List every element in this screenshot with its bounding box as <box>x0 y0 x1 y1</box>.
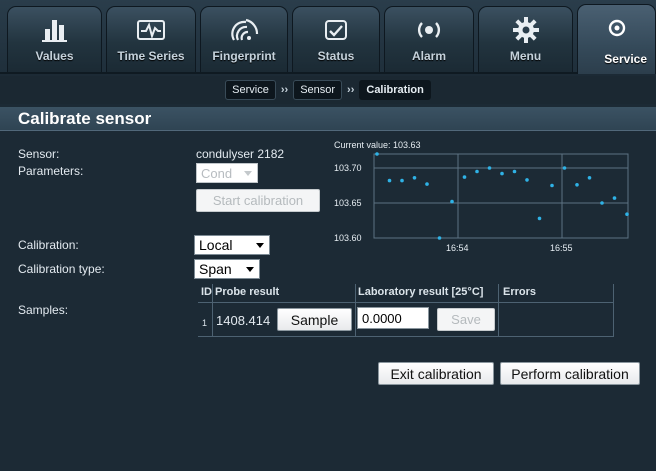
table-divider <box>355 284 356 336</box>
data-point <box>525 178 529 182</box>
y-tick-label: 103.65 <box>334 198 362 208</box>
tab-menu[interactable]: Menu <box>478 6 573 72</box>
data-point <box>500 171 504 176</box>
data-point <box>612 196 617 200</box>
tab-status[interactable]: Status <box>292 6 380 72</box>
data-point <box>450 199 454 204</box>
data-point <box>537 216 542 221</box>
data-point <box>375 152 379 156</box>
sensor-value: condulyser 2182 <box>196 147 285 161</box>
main-tab-bar: Values Time Series Fingerprint Status Al… <box>0 0 656 74</box>
tab-label: Menu <box>509 49 542 63</box>
alarm-icon <box>385 15 473 45</box>
exit-calibration-button[interactable]: Exit calibration <box>378 362 494 385</box>
table-divider <box>498 284 499 336</box>
tab-label: Time Series <box>117 49 185 63</box>
calibration-type-label: Calibration type: <box>18 262 105 276</box>
data-point <box>462 175 467 179</box>
fingerprint-icon <box>201 15 287 45</box>
gear-icon <box>479 15 572 45</box>
data-point <box>425 182 429 186</box>
breadcrumb-separator: ›› <box>280 84 289 96</box>
breadcrumb: Service ›› Sensor ›› Calibration <box>0 76 656 104</box>
parameter-select[interactable]: Cond <box>196 163 258 183</box>
tab-label: Alarm <box>411 49 446 63</box>
data-point <box>412 176 417 180</box>
sample-button[interactable]: Sample <box>277 308 352 331</box>
y-tick-label: 103.60 <box>334 233 362 243</box>
data-point <box>437 236 442 240</box>
calibration-type-select-value: Span <box>199 261 232 277</box>
y-tick-label: 103.70 <box>334 163 362 173</box>
calibration-type-select[interactable]: Span <box>194 259 260 279</box>
parameters-label: Parameters: <box>18 164 84 178</box>
data-point <box>487 166 492 170</box>
tab-values[interactable]: Values <box>7 6 102 72</box>
col-header-errors: Errors <box>503 286 537 298</box>
page-title: Calibrate sensor <box>0 107 656 131</box>
chevron-down-icon <box>246 267 254 272</box>
plot-frame <box>373 153 629 239</box>
calibration-select[interactable]: Local <box>194 235 270 255</box>
status-icon <box>293 15 379 45</box>
waveform-icon <box>107 15 195 45</box>
lab-result-input[interactable]: 0.0000 <box>357 307 429 329</box>
col-header-id: ID <box>201 286 212 298</box>
x-tick-label: 16:54 <box>446 243 469 253</box>
data-point <box>550 183 554 188</box>
data-point <box>562 166 567 170</box>
chevron-down-icon <box>256 243 264 248</box>
data-point <box>475 169 479 174</box>
tab-service[interactable]: Service <box>577 4 656 74</box>
chevron-down-icon <box>244 171 252 176</box>
perform-calibration-button[interactable]: Perform calibration <box>500 362 640 385</box>
sensor-label: Sensor: <box>18 147 60 161</box>
parameter-select-value: Cond <box>201 165 233 181</box>
data-point <box>587 176 592 180</box>
col-header-probe-result: Probe result <box>215 286 280 298</box>
tab-alarm[interactable]: Alarm <box>384 6 474 72</box>
table-divider <box>198 336 614 337</box>
samples-label: Samples: <box>18 303 69 317</box>
data-point <box>600 201 604 205</box>
calibration-select-value: Local <box>199 237 233 253</box>
sample-id: 1 <box>202 318 208 328</box>
table-divider <box>198 302 614 303</box>
x-tick-label: 16:55 <box>550 243 573 253</box>
bar-chart-icon <box>8 15 101 45</box>
breadcrumb-sensor[interactable]: Sensor <box>293 80 343 100</box>
start-calibration-button[interactable]: Start calibration <box>196 189 320 212</box>
breadcrumb-calibration: Calibration <box>359 80 431 100</box>
data-point <box>387 178 392 183</box>
data-point <box>512 169 517 174</box>
data-point <box>575 183 579 187</box>
tab-label: Service <box>604 52 647 66</box>
tab-fingerprint[interactable]: Fingerprint <box>200 6 288 72</box>
tab-label: Values <box>35 49 74 63</box>
service-icon <box>578 13 655 43</box>
data-point <box>400 178 404 183</box>
current-value-chart: 103.70 103.65 103.60 16:54 16:55 <box>334 152 629 253</box>
table-divider <box>613 284 614 336</box>
col-header-lab-result: Laboratory result [25°C] <box>358 286 484 298</box>
tab-time-series[interactable]: Time Series <box>106 6 196 72</box>
breadcrumb-service[interactable]: Service <box>225 80 276 100</box>
data-point <box>625 212 629 216</box>
breadcrumb-separator: ›› <box>347 84 355 96</box>
calibration-label: Calibration: <box>18 238 79 252</box>
tab-label: Fingerprint <box>212 49 276 63</box>
probe-result-value: 1408.414 <box>216 313 271 328</box>
tab-label: Status <box>317 49 355 63</box>
save-button[interactable]: Save <box>437 308 495 331</box>
table-divider <box>212 284 213 336</box>
